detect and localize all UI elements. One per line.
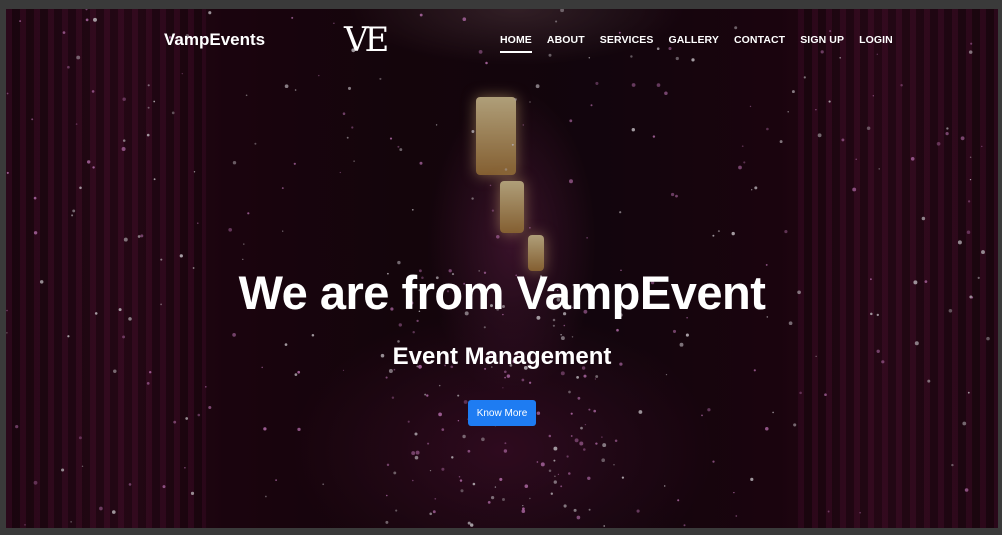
hero-title: We are from VampEvent <box>238 266 766 319</box>
nav-item-sign-up[interactable]: SIGN UP <box>800 34 844 53</box>
nav-item-contact[interactable]: CONTACT <box>734 34 785 53</box>
navbar: VampEvents VE HOME ABOUT SERVICES GALLER… <box>6 9 998 71</box>
logo[interactable]: VE <box>344 23 389 57</box>
brand-link[interactable]: VampEvents <box>164 30 265 50</box>
nav-item-home[interactable]: HOME <box>500 34 532 53</box>
nav-menu: HOME ABOUT SERVICES GALLERY CONTACT SIGN… <box>500 34 908 53</box>
nav-item-about[interactable]: ABOUT <box>547 34 585 53</box>
browser-viewport: VampEvents VE HOME ABOUT SERVICES GALLER… <box>6 9 998 528</box>
nav-item-login[interactable]: LOGIN <box>859 34 893 53</box>
know-more-button[interactable]: Know More <box>468 400 536 426</box>
nav-item-gallery[interactable]: GALLERY <box>668 34 718 53</box>
nav-item-services[interactable]: SERVICES <box>600 34 654 53</box>
hero-subtitle: Event Management <box>392 343 612 370</box>
